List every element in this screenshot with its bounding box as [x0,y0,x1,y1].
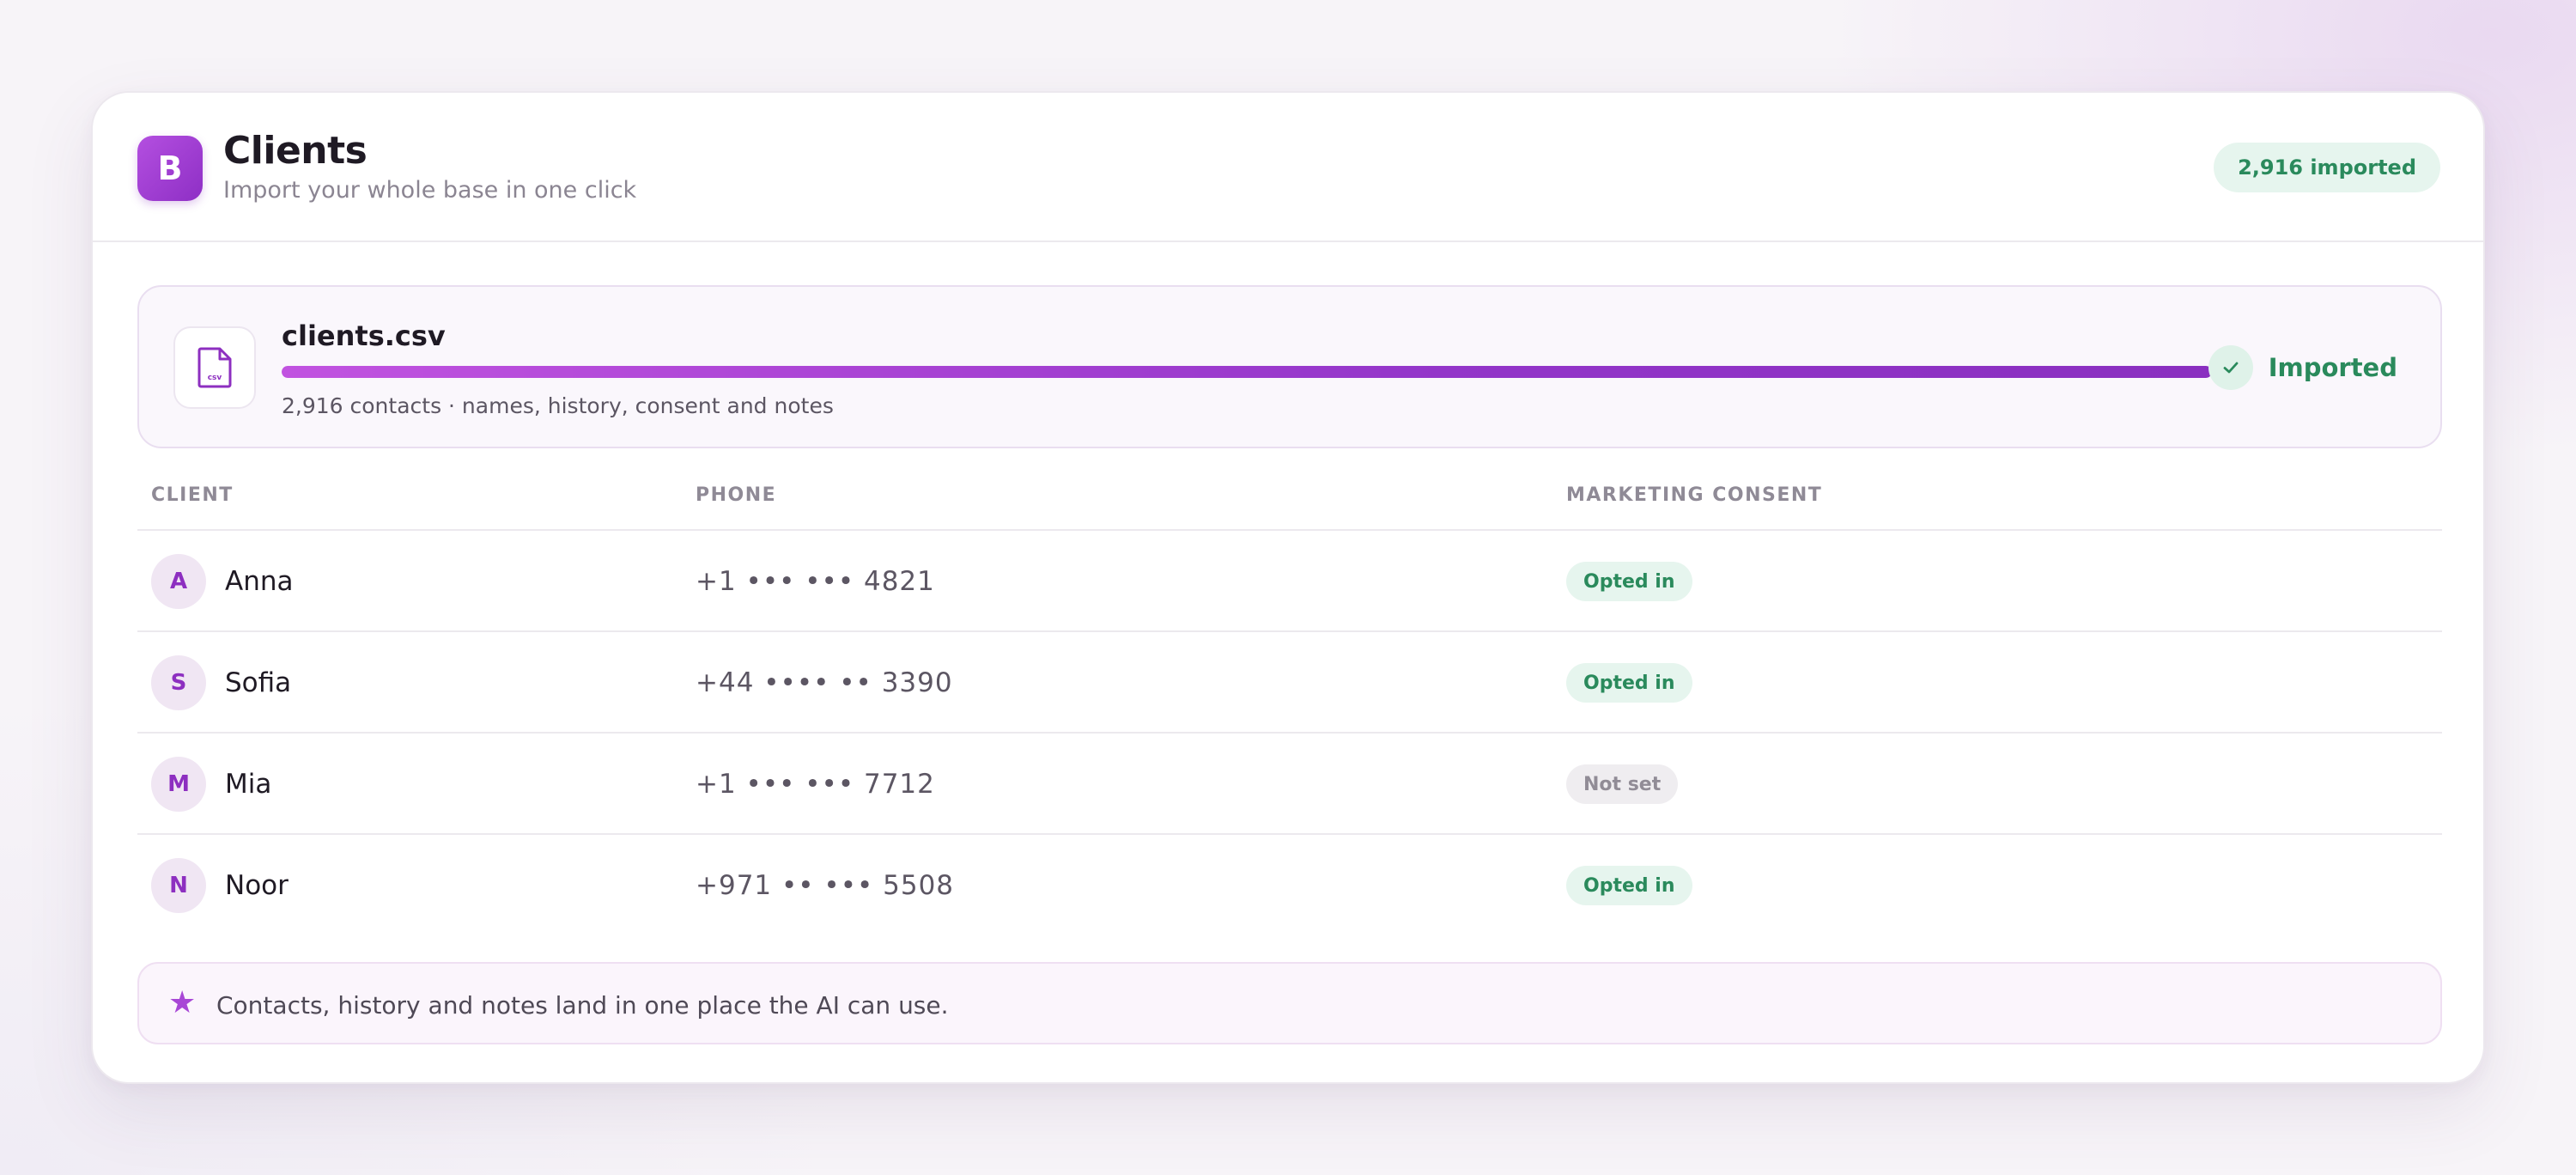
consent-badge: Not set [1566,764,1679,804]
table-row[interactable]: N Noor +971 •• ••• 5508 Opted in [137,835,2442,936]
csv-file-icon: csv [173,326,256,409]
clients-table: CLIENT PHONE MARKETING CONSENT A Anna +1… [137,448,2442,936]
card-header: B Clients Import your whole base in one … [93,93,2483,242]
column-header-marketing-consent: MARKETING CONSENT [1566,484,1823,506]
imported-count-badge: 2,916 imported [2214,143,2440,192]
import-status: Imported [2208,345,2397,390]
client-name: Anna [225,566,294,597]
avatar: A [151,554,206,609]
check-icon [2208,345,2253,390]
column-header-client: CLIENT [151,484,234,506]
client-phone: +1 ••• ••• 7712 [696,769,935,800]
consent-badge: Opted in [1566,663,1692,703]
star-icon: ★ [168,985,197,1020]
table-header: CLIENT PHONE MARKETING CONSENT [137,448,2442,531]
avatar: M [151,757,206,812]
clients-import-card: B Clients Import your whole base in one … [91,91,2485,1084]
file-name: clients.csv [282,320,446,352]
client-phone: +1 ••• ••• 4821 [696,566,935,597]
ai-info-text: Contacts, history and notes land in one … [216,991,949,1020]
page-title: Clients [223,129,368,173]
consent-badge: Opted in [1566,866,1692,905]
ai-info-note: ★ Contacts, history and notes land in on… [137,962,2442,1044]
consent-badge: Opted in [1566,562,1692,601]
import-progress-fill [282,366,2212,378]
csv-file-icon-graphic: csv [197,347,232,388]
file-meta: 2,916 contacts · names, history, consent… [282,393,834,418]
client-phone: +44 •••• •• 3390 [696,667,953,698]
avatar: N [151,858,206,913]
client-name: Sofia [225,667,292,698]
client-name: Mia [225,769,272,800]
client-phone: +971 •• ••• 5508 [696,870,955,901]
table-row[interactable]: A Anna +1 ••• ••• 4821 Opted in [137,531,2442,632]
column-header-phone: PHONE [696,484,777,506]
page-subtitle: Import your whole base in one click [223,177,637,204]
import-progress-bar [282,366,2212,378]
csv-icon-label: csv [208,374,222,382]
table-row[interactable]: M Mia +1 ••• ••• 7712 Not set [137,734,2442,835]
file-upload-status: csv clients.csv 2,916 contacts · names, … [137,285,2442,448]
brand-logo: B [137,136,203,201]
client-name: Noor [225,870,289,901]
avatar: S [151,655,206,710]
import-status-label: Imported [2268,353,2397,382]
table-row[interactable]: S Sofia +44 •••• •• 3390 Opted in [137,632,2442,734]
